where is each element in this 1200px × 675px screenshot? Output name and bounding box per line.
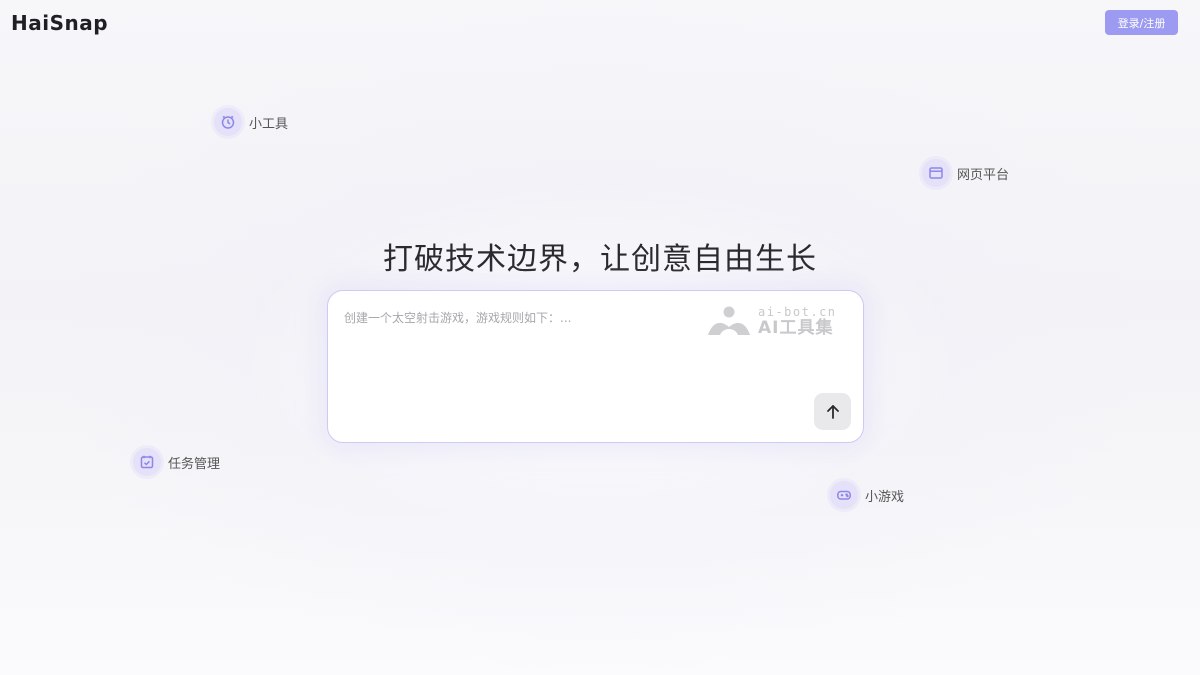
tag-task-management-label: 任务管理 (168, 456, 221, 472)
tag-tools-label: 小工具 (249, 116, 289, 132)
tag-task-management[interactable]: 任务管理 (133, 448, 220, 476)
calendar-check-icon (133, 448, 161, 476)
logo[interactable]: HaiSnap (11, 11, 108, 35)
clock-icon (214, 108, 242, 136)
tag-mini-games-label: 小游戏 (865, 489, 905, 505)
tag-mini-games[interactable]: 小游戏 (830, 481, 904, 509)
tag-web-platform[interactable]: 网页平台 (922, 159, 1009, 187)
watermark-name: AI工具集 (758, 317, 834, 338)
page-headline: 打破技术边界，让创意自由生长 (383, 242, 817, 277)
login-register-button[interactable]: 登录/注册 (1105, 10, 1178, 35)
tag-tools[interactable]: 小工具 (214, 108, 288, 136)
gamepad-icon (830, 481, 858, 509)
prompt-input[interactable] (344, 309, 694, 349)
tag-web-platform-label: 网页平台 (957, 167, 1010, 183)
arrow-up-icon (826, 404, 839, 419)
send-button[interactable] (814, 393, 851, 430)
browser-window-icon (922, 159, 950, 187)
watermark-logo-icon (708, 306, 750, 335)
watermark-url: ai-bot.cn (758, 304, 837, 319)
watermark: ai-bot.cn AI工具集 (706, 305, 837, 337)
prompt-box: ai-bot.cn AI工具集 (327, 290, 864, 443)
